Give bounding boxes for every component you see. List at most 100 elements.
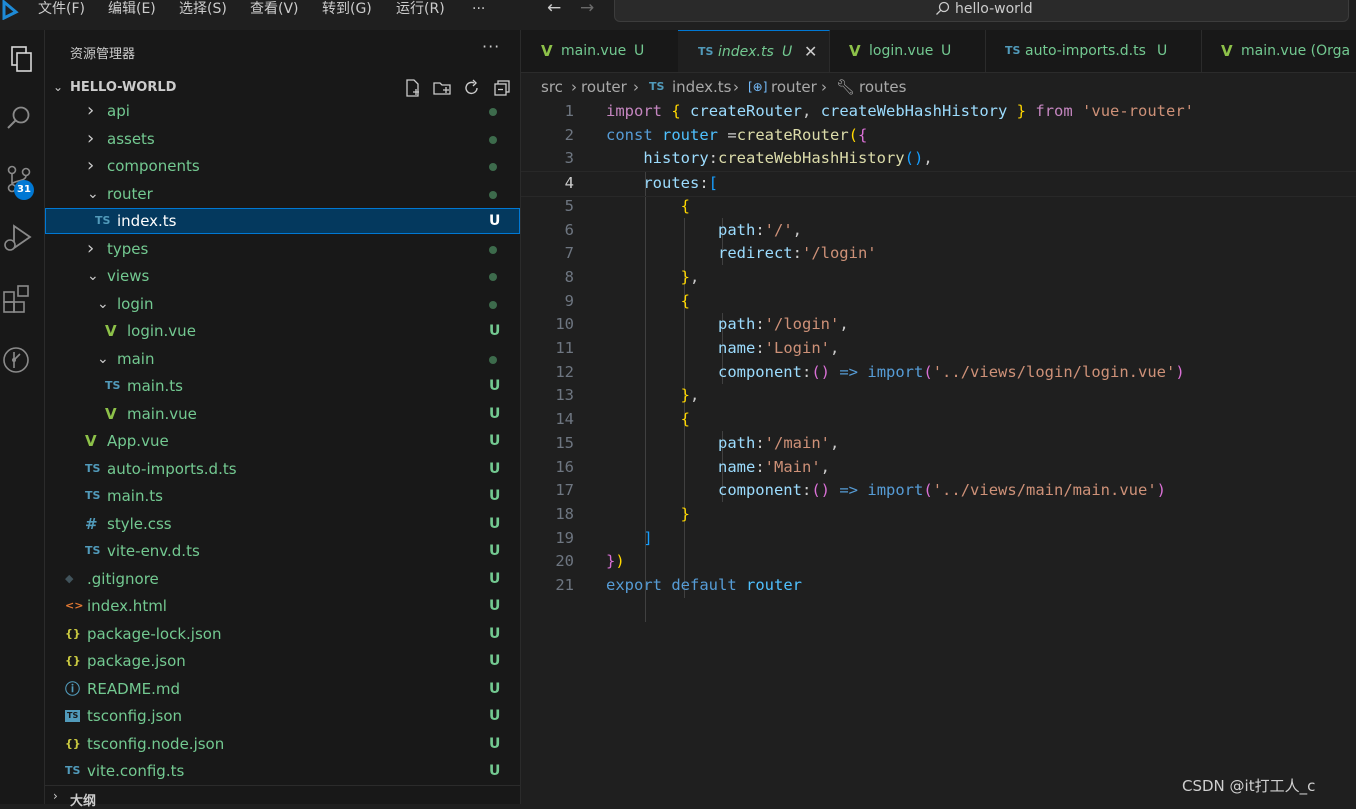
breadcrumb-symbol-router[interactable]: router	[771, 73, 817, 101]
tab-auto-imports-d-ts[interactable]: TS auto-imports.d.ts U	[985, 30, 1202, 72]
folder-assets[interactable]: › assets	[45, 126, 520, 152]
tree-item-label: main	[117, 349, 155, 368]
code-line[interactable]: 11 name:'Login',	[521, 337, 1356, 361]
html-icon: <>	[65, 599, 84, 612]
code-line[interactable]: 14 {	[521, 408, 1356, 432]
code-line[interactable]: 16 name:'Main',	[521, 456, 1356, 480]
tab-login-vue[interactable]: Vlogin.vue U	[829, 30, 986, 72]
git-status-badge: U	[489, 735, 501, 752]
breadcrumb-symbol-routes[interactable]: routes	[859, 73, 906, 101]
file-readme-md[interactable]: ⓘ README.md U	[45, 676, 520, 702]
file-vite-config-ts[interactable]: TS vite.config.ts U	[45, 758, 520, 784]
file-style-css[interactable]: # style.css U	[45, 511, 520, 537]
menu-go[interactable]: 转到(G)	[322, 0, 372, 20]
tree-item-label: index.ts	[117, 212, 177, 230]
menu-run[interactable]: 运行(R)	[396, 0, 445, 20]
folder-router[interactable]: ⌄ router	[45, 181, 520, 207]
line-number: 21	[555, 576, 574, 594]
line-number: 2	[564, 125, 574, 144]
code-line[interactable]: 5 {	[521, 195, 1356, 219]
code-line[interactable]: 1 import { createRouter, createWebHashHis…	[521, 100, 1356, 124]
file-login-vue[interactable]: Vlogin.vue U	[45, 318, 520, 344]
code-line[interactable]: 2 const router =createRouter({	[521, 124, 1356, 148]
code-line[interactable]: 15 path:'/main',	[521, 432, 1356, 456]
file-tsconfig-json[interactable]: TS tsconfig.json U	[45, 703, 520, 729]
menu-more[interactable]: ···	[472, 0, 485, 20]
menu-selection[interactable]: 选择(S)	[179, 0, 227, 20]
breadcrumb-src[interactable]: src	[541, 73, 563, 101]
code-line[interactable]: 17 component:() => import('../views/main…	[521, 479, 1356, 503]
code-line[interactable]: 12 component:() => import('../views/logi…	[521, 361, 1356, 385]
file-tsconfig-node-json[interactable]: {} tsconfig.node.json U	[45, 731, 520, 757]
vue-icon: V	[849, 42, 861, 60]
collapse-all-icon[interactable]	[492, 78, 512, 98]
line-number: 1	[564, 102, 574, 120]
tab-index-ts[interactable]: TS index.ts U ✕	[678, 30, 830, 72]
git-status-badge: U	[489, 405, 501, 422]
code-line[interactable]: 21 export default router	[521, 574, 1356, 598]
breadcrumb-router-folder[interactable]: router	[581, 73, 627, 101]
file-index-html[interactable]: <> index.html U	[45, 593, 520, 619]
folder-views[interactable]: ⌄ views	[45, 263, 520, 289]
tree-item-label: App.vue	[107, 432, 169, 450]
file-main-ts[interactable]: TS main.ts U	[45, 483, 520, 509]
vue-icon: V	[1221, 42, 1233, 60]
back-arrow-icon[interactable]: ←	[547, 0, 561, 17]
close-icon[interactable]: ✕	[804, 31, 817, 72]
explorer-icon[interactable]	[0, 38, 44, 82]
code-line[interactable]: 6 path:'/',	[521, 219, 1356, 243]
css-icon: #	[85, 514, 98, 533]
extensions-icon[interactable]	[0, 278, 44, 322]
file-package-json[interactable]: {} package.json U	[45, 648, 520, 674]
menu-file[interactable]: 文件(F)	[38, 0, 85, 20]
file-gitignore[interactable]: ◆ .gitignore U	[45, 566, 520, 592]
folder-login[interactable]: ⌄ login	[45, 291, 520, 317]
explorer-title: 资源管理器	[70, 47, 136, 62]
forward-arrow-icon[interactable]: →	[580, 0, 594, 17]
folder-components[interactable]: › components	[45, 153, 520, 179]
code-line[interactable]: 10 path:'/login',	[521, 313, 1356, 337]
file-main-vue[interactable]: Vmain.vue U	[45, 401, 520, 427]
git-status-badge: U	[489, 488, 501, 504]
breadcrumb: src › router › TS index.ts › [⊕] router …	[521, 73, 1356, 101]
code-line[interactable]: 7 redirect:'/login'	[521, 242, 1356, 266]
source-control-badge: 31	[14, 180, 34, 200]
tab-main-vue[interactable]: Vmain.vue U	[521, 30, 679, 72]
workspace-section-header[interactable]: ⌄ HELLO-WORLD	[45, 78, 520, 100]
code-line[interactable]: 18 }	[521, 503, 1356, 527]
folder-types[interactable]: › types	[45, 236, 520, 262]
menu-view[interactable]: 查看(V)	[250, 0, 299, 20]
tab-main-vue-orga[interactable]: Vmain.vue (Orga	[1201, 30, 1356, 72]
git-graph-icon[interactable]	[0, 338, 44, 382]
outline-section-header[interactable]: › 大纲	[45, 785, 520, 809]
code-editor[interactable]: 1 import { createRouter, createWebHashHis…	[521, 100, 1356, 804]
new-file-icon[interactable]	[402, 78, 422, 98]
explorer-more-button[interactable]: ···	[482, 37, 500, 56]
code-text: export default router	[606, 576, 803, 594]
file-vite-env-d-ts[interactable]: TS vite-env.d.ts U	[45, 538, 520, 564]
code-line[interactable]: 9 {	[521, 290, 1356, 314]
json-icon: {}	[65, 626, 81, 640]
menu-edit[interactable]: 编辑(E)	[108, 0, 156, 20]
command-center-search[interactable]: hello-world	[614, 0, 1349, 22]
new-folder-icon[interactable]	[432, 78, 452, 98]
file-package-lock-json[interactable]: {} package-lock.json U	[45, 621, 520, 647]
folder-api[interactable]: › api	[45, 98, 520, 124]
code-line[interactable]: 13 },	[521, 384, 1356, 408]
breadcrumb-file[interactable]: index.ts	[672, 73, 732, 101]
code-line[interactable]: 20})	[521, 550, 1356, 574]
tree-item-label: views	[107, 267, 150, 285]
run-debug-icon[interactable]	[0, 218, 44, 262]
folder-main[interactable]: ⌄ main	[45, 346, 520, 372]
code-line[interactable]: 19 ]	[521, 527, 1356, 551]
file-main-ts[interactable]: TS main.ts U	[45, 373, 520, 399]
code-text: {	[680, 196, 690, 215]
file-index-ts[interactable]: TS index.ts U	[45, 208, 520, 234]
search-icon[interactable]	[0, 98, 44, 142]
code-line[interactable]: 8 },	[521, 266, 1356, 290]
code-line[interactable]: 4 routes:[	[521, 171, 1356, 197]
file-app-vue[interactable]: V App.vue U	[45, 428, 520, 454]
file-auto-imports-d-ts[interactable]: TS auto-imports.d.ts U	[45, 456, 520, 482]
code-line[interactable]: 3 history:createWebHashHistory(),	[521, 147, 1356, 171]
refresh-icon[interactable]	[462, 78, 482, 98]
